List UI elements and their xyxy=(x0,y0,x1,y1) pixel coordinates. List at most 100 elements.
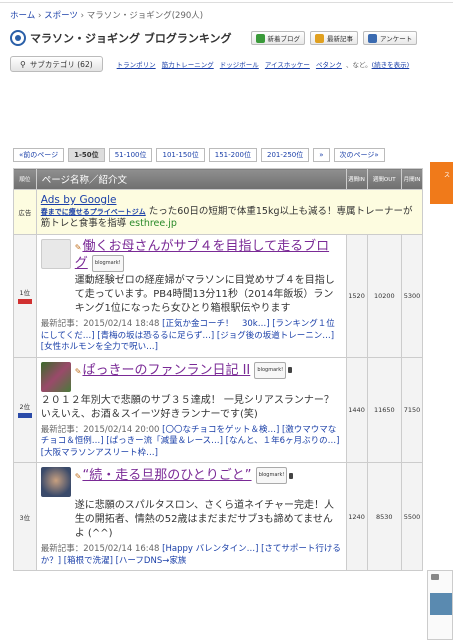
new-blogs-button[interactable]: 新着ブログ xyxy=(250,31,305,45)
blogmark-badge[interactable]: blogmark! xyxy=(254,361,287,379)
ad-text: 春までに痩せるプライベートジム たった60日の短期で体重15kg以上も減る！専属… xyxy=(41,206,418,230)
latest-label: 最新記事：2015/02/14 18:48 xyxy=(40,319,160,329)
col-out: 週間OUT xyxy=(366,168,403,190)
breadcrumb-count: (290人) xyxy=(171,11,204,21)
col-name: ページ名称／紹介文 xyxy=(35,168,347,190)
subcategory-link[interactable]: アイスホッケー xyxy=(265,61,310,69)
side-photo[interactable] xyxy=(430,593,452,615)
col-rank: 順位 xyxy=(13,168,37,190)
pen-icon: ✎ xyxy=(74,472,82,481)
prev-page-button[interactable]: «前のページ xyxy=(13,148,65,162)
blog-description: ２０１２年別大で悲願のサブ３５達成！ 一見シリアスランナー？いえいえ、お酒＆スイ… xyxy=(40,394,334,420)
table-row: 1位 ✎働くお母さんがサブ４を目指して走るブログ blogmark! 運動経験ゼ… xyxy=(13,234,423,358)
in-count: 1240 xyxy=(345,462,368,571)
page-101-150[interactable]: 101-150位 xyxy=(156,148,205,162)
rank-up-icon xyxy=(17,299,32,305)
entry-cell: ✎ぱっきーのファンラン日記 II blogmark! ２０１２年別大で悲願のサブ… xyxy=(35,356,347,463)
rank-cell: 2位 xyxy=(13,356,37,463)
blog-title-link[interactable]: “続・走る旦那のひとりごと” xyxy=(82,468,251,483)
page-151-200[interactable]: 151-200位 xyxy=(208,148,257,162)
breadcrumb-sports[interactable]: スポーツ xyxy=(44,11,78,21)
entry-cell: ✎“続・走る旦那のひとりごと” blogmark! 遂に悲願のスパルタスロン、さ… xyxy=(35,462,347,571)
survey-button[interactable]: アンケート xyxy=(363,31,418,45)
col-monthly-in: 月間IN xyxy=(401,168,423,190)
ads-by-google-link[interactable]: Ads by Google xyxy=(41,194,418,206)
breadcrumb: ホーム › スポーツ › マラソン・ジョギング(290人) xyxy=(10,9,203,21)
latest-posts: 最新記事：2015/02/14 16:48 [Happy バレンタイン…] [さ… xyxy=(41,544,342,567)
blog-thumbnail[interactable] xyxy=(40,467,71,497)
blog-description: 運動経験ゼロの経産婦がマラソンに目覚めサブ４を目指して走っています。PB4時間1… xyxy=(74,275,335,314)
blog-thumbnail[interactable] xyxy=(40,361,71,392)
side-tab-label: ス xyxy=(444,172,451,179)
latest-label: 最新記事：2015/02/14 20:00 xyxy=(40,424,160,435)
next-page-button[interactable]: 次のページ» xyxy=(333,148,385,162)
table-header-row: 順位 ページ名称／紹介文 週間IN 週間OUT 月間IN xyxy=(13,168,423,190)
camera-icon xyxy=(255,33,265,43)
ad-url[interactable]: esthree.jp xyxy=(129,218,177,229)
latest-posts-label: 最新記事 xyxy=(327,35,353,43)
ranking-logo-icon xyxy=(10,30,26,46)
latest-label: 最新記事：2015/02/14 16:48 xyxy=(40,544,160,554)
last-page-button[interactable]: » xyxy=(313,148,330,162)
survey-icon xyxy=(368,33,377,43)
out-count: 10200 xyxy=(366,234,403,358)
pen-icon: ✎ xyxy=(74,243,82,252)
breadcrumb-sep: › xyxy=(80,11,85,21)
breadcrumb-home[interactable]: ホーム xyxy=(10,11,35,21)
rank-cell: 1位 xyxy=(13,234,37,358)
in-count: 1440 xyxy=(345,356,368,463)
top-border xyxy=(0,0,453,3)
subcategory-link[interactable]: ドッジボール xyxy=(220,61,259,69)
col-in: 週間IN xyxy=(345,168,368,190)
table-row: 2位 ✎ぱっきーのファンラン日記 II blogmark! ２０１２年別大で悲願… xyxy=(13,356,423,463)
monthly-in-count: 5300 xyxy=(401,234,423,358)
table-row: 3位 ✎“続・走る旦那のひとりごと” blogmark! 遂に悲願のスパルタスロ… xyxy=(13,462,423,571)
blog-description: 遂に悲願のスパルタスロン、さくら道ネイチャー完走！人生の開拓者、情熱の52歳はま… xyxy=(74,500,335,539)
page-51-100[interactable]: 51-100位 xyxy=(108,148,153,162)
blogmark-badge[interactable]: blogmark! xyxy=(91,255,124,272)
entry-cell: ✎働くお母さんがサブ４を目指して走るブログ blogmark! 運動経験ゼロの経… xyxy=(35,234,347,358)
breadcrumb-current: マラソン・ジョギング xyxy=(86,11,172,21)
subcategory-button-label: サブカテゴリ (62) xyxy=(29,59,93,69)
new-blogs-label: 新着ブログ xyxy=(267,35,301,43)
breadcrumb-sep: › xyxy=(37,11,42,21)
page-title: マラソン・ジョギング ブログランキング xyxy=(30,32,232,45)
page-201-250[interactable]: 201-250位 xyxy=(260,148,310,162)
rank-cell: 3位 xyxy=(13,462,37,571)
ad-cell: Ads by Google 春までに痩せるプライベートジム たった60日の短期で… xyxy=(35,189,424,235)
subcategory-link[interactable]: トランポリン xyxy=(117,61,156,69)
side-widget xyxy=(427,570,453,640)
ad-link[interactable]: 春までに痩せるプライベートジム xyxy=(41,208,146,216)
side-tab[interactable]: ス xyxy=(430,162,453,204)
monthly-in-count: 7150 xyxy=(401,356,423,463)
blogmark-badge[interactable]: blogmark! xyxy=(255,467,288,484)
rank-label: 3位 xyxy=(19,513,31,522)
latest-posts-button[interactable]: 最新記事 xyxy=(310,31,358,45)
monthly-in-count: 5500 xyxy=(401,462,423,571)
show-more-link[interactable]: (続きを表示) xyxy=(372,61,410,69)
blog-title-link[interactable]: ぱっきーのファンラン日記 II xyxy=(82,363,250,378)
subcategory-links: トランポリン 筋力トレーニング ドッジボール アイスホッケー ペタンク 、など。(… xyxy=(117,59,414,69)
subcategory-link[interactable]: ペタンク xyxy=(316,61,342,69)
ad-row: 広告 Ads by Google 春までに痩せるプライベートジム たった60日の… xyxy=(13,189,424,235)
subcategory-button[interactable]: ⚲ サブカテゴリ (62) xyxy=(10,56,103,72)
page-1-50[interactable]: 1-50位 xyxy=(68,148,105,162)
latest-posts: 最新記事：2015/02/14 20:00 [〇〇なチョコをゲット＆検…] [激… xyxy=(41,425,342,460)
subcategory-bar: ⚲ サブカテゴリ (62) トランポリン 筋力トレーニング ドッジボール アイスホ… xyxy=(10,56,450,72)
subcategory-link[interactable]: 筋力トレーニング xyxy=(162,61,214,69)
document-icon xyxy=(315,33,324,43)
out-count: 8530 xyxy=(366,462,403,571)
camera-icon xyxy=(431,574,439,580)
pagination: «前のページ 1-50位 51-100位 101-150位 151-200位 2… xyxy=(13,148,389,162)
mobile-icon xyxy=(289,472,294,479)
out-count: 11650 xyxy=(366,356,403,463)
blog-thumbnail[interactable] xyxy=(40,239,71,269)
search-icon: ⚲ xyxy=(20,59,26,69)
subcategory-etc: 、など。 xyxy=(345,61,372,69)
survey-label: アンケート xyxy=(380,35,413,43)
ad-label: 広告 xyxy=(13,189,37,235)
page-header: マラソン・ジョギング ブログランキング 新着ブログ 最新記事 アンケート xyxy=(10,28,440,48)
ranking-table: 順位 ページ名称／紹介文 週間IN 週間OUT 月間IN 広告 Ads by G… xyxy=(13,168,424,571)
rank-label: 2位 xyxy=(19,403,31,412)
mobile-icon xyxy=(288,367,293,373)
